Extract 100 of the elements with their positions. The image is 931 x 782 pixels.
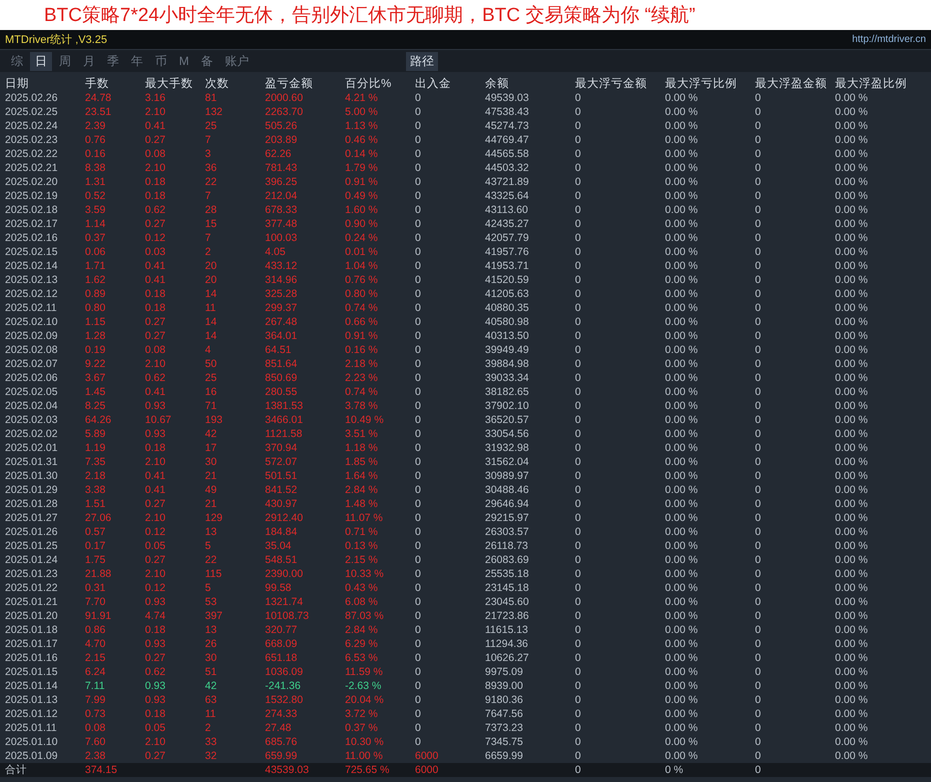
period-tab[interactable]: 季	[102, 52, 124, 70]
table-cell-text: 0.00 %	[665, 175, 699, 189]
period-tab[interactable]: 账户	[220, 52, 254, 70]
table-cell-text: 2025.01.18	[5, 623, 59, 637]
table-cell-text: 0	[755, 553, 762, 567]
table-cell-text: 0.00 %	[835, 665, 869, 679]
table-cell-text: 3.51 %	[345, 427, 379, 441]
table-cell-text: 0	[755, 735, 762, 749]
table-cell-text: 0.05	[145, 539, 166, 553]
table-cell-text: 0	[755, 679, 762, 693]
table-cell-text: 0	[575, 231, 582, 245]
table-cell-text: 7.60	[85, 735, 106, 749]
table-cell-text: 1.18 %	[345, 441, 379, 455]
table-cell-text: 4	[205, 343, 212, 357]
table-cell-text: 11	[205, 707, 217, 721]
table-cell-text: 0	[575, 651, 582, 665]
period-tab[interactable]: 月	[78, 52, 100, 70]
table-cell-text: 2025.02.17	[5, 217, 59, 231]
table-cell-text: 0	[755, 91, 762, 105]
table-cell-text: 7.11	[85, 679, 106, 693]
table-cell-text: 49	[205, 483, 218, 497]
table-cell-text: 0	[415, 175, 422, 189]
table-cell-text: 0	[415, 637, 422, 651]
table-cell-text: 659.99	[265, 749, 298, 763]
table-cell-text: 0	[415, 679, 422, 693]
headline: BTC策略7*24小时全年无休，告别外汇休市无聊期，BTC 交易策略为你 “续航”	[44, 4, 696, 28]
table-cell-text: 0.12	[145, 581, 166, 595]
table-cell-text: 0	[755, 259, 762, 273]
table-cell-text: 14	[205, 315, 218, 329]
table-cell-text: 41205.63	[485, 287, 530, 301]
path-button[interactable]: 路径	[406, 52, 438, 70]
table-cell-text: 20	[205, 273, 218, 287]
table-cell-text: 2025.01.12	[5, 707, 59, 721]
table-cell-text: 3.78 %	[345, 399, 379, 413]
table-cell-text: 0.41	[145, 259, 166, 273]
table-cell-text: 0.00 %	[835, 189, 869, 203]
table-cell-text: 17	[205, 441, 218, 455]
column-header: 百分比%	[345, 76, 392, 90]
table-cell-text: 0.00 %	[665, 133, 699, 147]
table-cell-text: 8.25	[85, 399, 106, 413]
table-cell-text: 2025.01.15	[5, 665, 59, 679]
period-tab[interactable]: 综	[6, 52, 28, 70]
window-title: MTDriver统计 ,V3.25	[5, 32, 108, 47]
table-cell-text: 6000	[415, 749, 440, 763]
table-cell-text: 26083.69	[485, 553, 530, 567]
table-cell-text: 25535.18	[485, 567, 530, 581]
period-tab[interactable]: 日	[30, 52, 52, 70]
table-cell-text: 0.00 %	[835, 385, 869, 399]
period-tab[interactable]: M	[174, 53, 194, 69]
table-cell-text: 1.85 %	[345, 455, 379, 469]
table-cell-text: 0	[755, 203, 762, 217]
table-cell-text: 0	[415, 483, 422, 497]
total-cell-text: 374.15	[85, 763, 118, 777]
table-cell-text: 364.01	[265, 329, 298, 343]
table-cell-text: 0.18	[145, 707, 166, 721]
table-cell-text: 0	[755, 343, 762, 357]
table-cell-text: 0	[575, 721, 582, 735]
period-tab[interactable]: 币	[150, 52, 172, 70]
table-cell-text: 0	[415, 455, 422, 469]
table-cell-text: 0.41	[145, 483, 166, 497]
table-cell-text: 0.00 %	[665, 399, 699, 413]
table-cell-text: 0	[575, 623, 582, 637]
table-cell-text: 2025.02.18	[5, 203, 59, 217]
period-tab[interactable]: 备	[196, 52, 218, 70]
period-tab[interactable]: 周	[54, 52, 76, 70]
column-header: 最大浮亏比例	[665, 76, 738, 90]
table-cell-text: 0.08	[145, 147, 166, 161]
table-cell-text: 2025.02.01	[5, 441, 59, 455]
table-cell-text: 27.06	[85, 511, 112, 525]
table-cell-text: 0	[415, 693, 422, 707]
table-cell-text: 0	[415, 231, 422, 245]
table-cell-text: 2025.02.11	[5, 301, 58, 315]
table-cell-text: 0	[575, 469, 582, 483]
table-cell-text: 44769.47	[485, 133, 530, 147]
website-link[interactable]: http://mtdriver.cn	[852, 34, 926, 45]
table-cell-text: 42057.79	[485, 231, 530, 245]
table-cell-text: 0	[415, 385, 422, 399]
table-cell-text: 0.12	[145, 525, 166, 539]
table-cell-text: 11.59 %	[345, 665, 384, 679]
table-cell-text: 1.45	[85, 385, 106, 399]
table-cell-text: 0	[755, 357, 762, 371]
table-cell-text: 43325.64	[485, 189, 530, 203]
column-header: 日期	[5, 76, 30, 90]
period-tab[interactable]: 年	[126, 52, 148, 70]
table-cell-text: 0.00 %	[835, 161, 869, 175]
table-cell-text: 10.33 %	[345, 567, 385, 581]
table-cell-text: 0.00 %	[835, 651, 869, 665]
table-cell-text: 3.38	[85, 483, 106, 497]
table-cell-text: 2025.02.26	[5, 91, 59, 105]
table-cell-text: 0	[755, 147, 762, 161]
table-cell-text: 433.12	[265, 259, 298, 273]
column-header: 余额	[485, 76, 510, 90]
table-cell-text: 0.00 %	[665, 119, 699, 133]
table-cell-text: 668.09	[265, 637, 298, 651]
table-cell-text: 0.27	[145, 497, 166, 511]
table-cell-text: 0.93	[145, 693, 166, 707]
table-cell-text: 4.70	[85, 637, 106, 651]
table-cell-text: 0	[755, 217, 762, 231]
table-cell-text: 430.97	[265, 497, 298, 511]
table-cell-text: 572.07	[265, 455, 298, 469]
